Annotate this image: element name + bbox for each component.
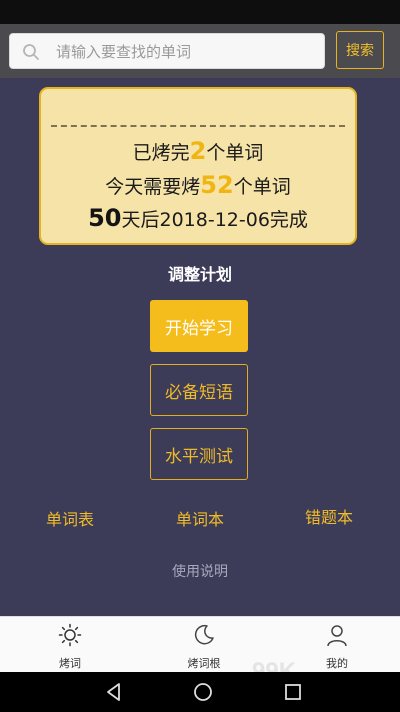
progress-card: 已烤完2个单词 今天需要烤52个单词 50天后2018-12-06完成 xyxy=(39,87,357,245)
baked-prefix: 已烤完 xyxy=(132,142,190,164)
dashed-divider xyxy=(51,125,345,127)
level-test-button[interactable]: 水平测试 xyxy=(150,428,248,480)
instructions-link[interactable]: 使用说明 xyxy=(0,561,400,581)
tab-bake-words-label: 烤词 xyxy=(59,657,81,670)
daily-suffix: 个单词 xyxy=(233,176,291,198)
daily-prefix: 今天需要烤 xyxy=(105,176,201,198)
baked-suffix: 个单词 xyxy=(206,142,264,164)
person-icon xyxy=(327,625,347,647)
finish-date-line: 50天后2018-12-06完成 xyxy=(41,204,355,232)
baked-count: 2 xyxy=(189,137,207,165)
tab-mine-label: 我的 xyxy=(326,657,348,670)
sun-icon xyxy=(58,623,82,647)
tab-bake-roots[interactable]: 烤词根 xyxy=(154,617,254,673)
main-content: 已烤完2个单词 今天需要烤52个单词 50天后2018-12-06完成 调整计划… xyxy=(0,78,400,616)
search-icon xyxy=(23,44,39,60)
home-icon[interactable] xyxy=(193,682,213,702)
status-bar xyxy=(0,0,400,24)
moon-icon xyxy=(194,624,214,645)
back-icon[interactable] xyxy=(104,682,124,702)
days-left: 50 xyxy=(88,204,122,232)
search-box[interactable] xyxy=(9,33,325,70)
system-navigation-bar xyxy=(0,672,400,712)
adjust-plan-link[interactable]: 调整计划 xyxy=(0,261,400,285)
baked-words-line: 已烤完2个单词 xyxy=(41,137,355,165)
word-book-link[interactable]: 单词本 xyxy=(176,506,224,530)
tab-bake-roots-label: 烤词根 xyxy=(187,657,221,670)
tab-bake-words[interactable]: 烤词 xyxy=(20,617,120,673)
essential-phrases-button[interactable]: 必备短语 xyxy=(150,364,248,416)
search-input[interactable] xyxy=(54,34,323,70)
finish-text: 天后2018-12-06完成 xyxy=(121,209,308,231)
word-list-link[interactable]: 单词表 xyxy=(46,506,94,530)
wrong-answers-link[interactable]: 错题本 xyxy=(305,504,353,528)
recent-apps-icon[interactable] xyxy=(283,682,303,702)
start-learning-button[interactable]: 开始学习 xyxy=(150,300,248,352)
daily-count: 52 xyxy=(200,171,234,199)
tab-mine[interactable]: 我的 xyxy=(287,617,387,673)
daily-target-line: 今天需要烤52个单词 xyxy=(41,171,355,199)
bottom-tab-bar: 烤词 烤词根 我的 99K xyxy=(0,616,400,685)
search-bar: 搜索 xyxy=(0,24,400,78)
search-button[interactable]: 搜索 xyxy=(336,31,384,69)
